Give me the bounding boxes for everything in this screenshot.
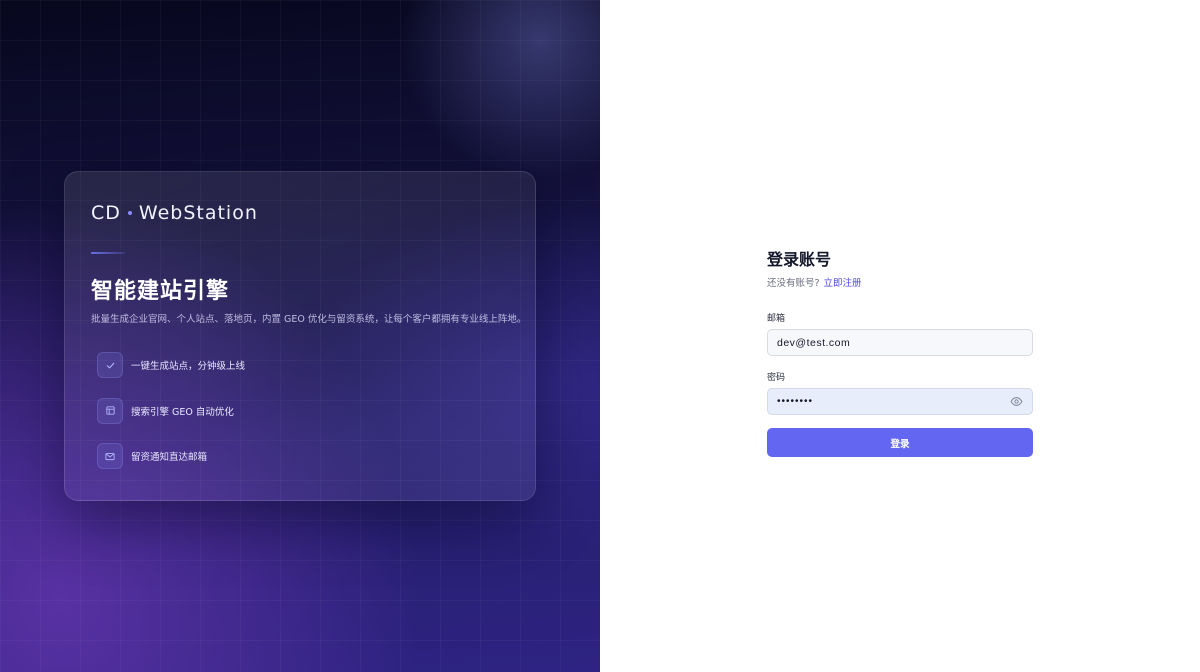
hero-title: 智能建站引擎 bbox=[91, 279, 230, 304]
hero-panel: CD WebStation 智能建站引擎 批量生成企业官网、个人站点、落地页，内… bbox=[0, 0, 600, 672]
login-title: 登录账号 bbox=[767, 250, 832, 269]
brand-logo: CD WebStation bbox=[91, 202, 258, 224]
no-account-text: 还没有账号? bbox=[767, 278, 820, 289]
check-icon bbox=[97, 352, 123, 378]
eye-icon[interactable] bbox=[1009, 395, 1023, 409]
brand-right: WebStation bbox=[138, 202, 258, 224]
layout-icon bbox=[97, 397, 123, 424]
brand-left: CD bbox=[91, 202, 121, 224]
register-link[interactable]: 立即注册 bbox=[824, 278, 862, 289]
mail-icon bbox=[97, 443, 123, 469]
brand-dot bbox=[127, 211, 132, 215]
feature-item: 一键生成站点，分钟级上线 bbox=[97, 352, 245, 378]
password-field[interactable]: •••••••• bbox=[767, 388, 1033, 415]
login-panel: 登录账号 还没有账号? 立即注册 邮箱 dev@test.com 密码 •••••… bbox=[600, 0, 1200, 672]
signup-prompt: 还没有账号? 立即注册 bbox=[767, 275, 1033, 289]
feature-label: 搜索引擎 GEO 自动优化 bbox=[131, 406, 234, 418]
login-page: CD WebStation 智能建站引擎 批量生成企业官网、个人站点、落地页，内… bbox=[0, 0, 1200, 672]
feature-list: 一键生成站点，分钟级上线 搜索引擎 GEO 自动优化 留资通知直达邮箱 bbox=[97, 352, 245, 489]
feature-label: 一键生成站点，分钟级上线 bbox=[131, 361, 246, 372]
login-button[interactable]: 登录 bbox=[767, 428, 1033, 457]
email-value: dev@test.com bbox=[777, 336, 851, 349]
accent-divider bbox=[91, 252, 125, 254]
email-label: 邮箱 bbox=[767, 314, 786, 324]
feature-label: 留资通知直达邮箱 bbox=[131, 452, 208, 463]
feature-card: CD WebStation 智能建站引擎 批量生成企业官网、个人站点、落地页，内… bbox=[64, 171, 536, 501]
feature-item: 留资通知直达邮箱 bbox=[97, 443, 245, 469]
login-form: 登录账号 还没有账号? 立即注册 邮箱 dev@test.com 密码 •••••… bbox=[767, 246, 1033, 457]
hero-description: 批量生成企业官网、个人站点、落地页，内置 GEO 优化与留资系统，让每个客户都拥… bbox=[91, 314, 527, 325]
password-label: 密码 bbox=[767, 373, 786, 383]
feature-item: 搜索引擎 GEO 自动优化 bbox=[97, 397, 245, 424]
password-value: •••••••• bbox=[777, 396, 814, 407]
email-field[interactable]: dev@test.com bbox=[767, 329, 1033, 356]
